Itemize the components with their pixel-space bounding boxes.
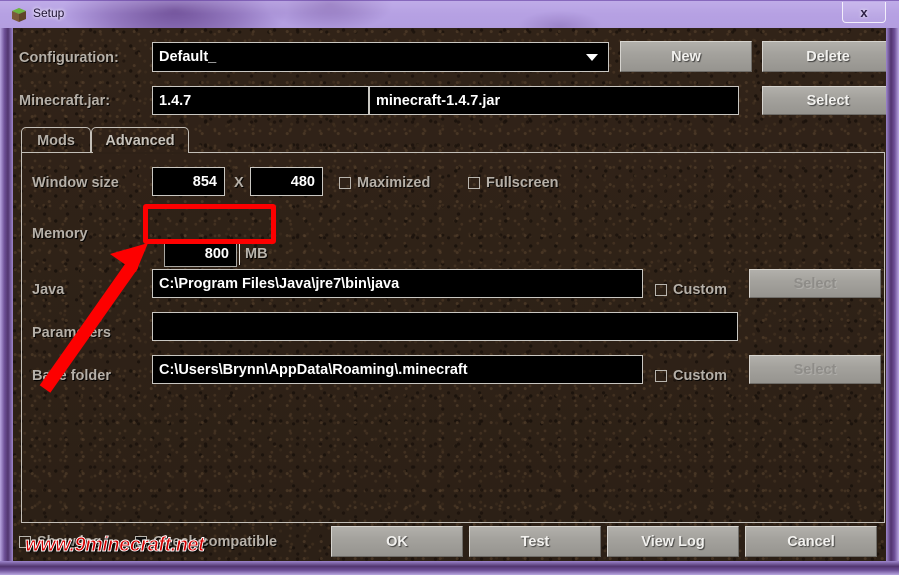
chevron-down-icon[interactable] — [586, 54, 598, 61]
new-button[interactable]: New — [620, 41, 752, 72]
checkbox-box-icon — [655, 370, 667, 382]
java-label: Java — [32, 282, 65, 298]
close-button[interactable]: x — [842, 2, 886, 23]
base-folder-label: Base folder — [32, 368, 111, 384]
checkbox-box-icon — [655, 284, 667, 296]
tab-mods[interactable]: Mods — [21, 127, 91, 153]
memory-input[interactable]: 800 — [164, 240, 237, 267]
configuration-label: Configuration: — [19, 50, 119, 66]
ok-button[interactable]: OK — [331, 526, 463, 557]
view-log-button[interactable]: View Log — [607, 526, 739, 557]
memory-value: 800 — [204, 245, 229, 262]
java-path-input[interactable]: C:\Program Files\Java\jre7\bin\java — [152, 269, 643, 298]
tab-advanced[interactable]: Advanced — [91, 127, 189, 153]
minecraft-jar-version-input[interactable]: 1.4.7 — [152, 86, 369, 115]
minecraft-jar-file-input[interactable]: minecraft-1.4.7.jar — [369, 86, 739, 115]
maximized-checkbox[interactable]: Maximized — [339, 175, 430, 191]
window-height-value: 480 — [290, 173, 315, 190]
java-select-button[interactable]: Select — [749, 269, 881, 298]
base-folder-input[interactable]: C:\Users\Brynn\AppData\Roaming\.minecraf… — [152, 355, 643, 384]
memory-unit-label: MB — [245, 246, 268, 262]
client-area: Configuration: Default_ New Delete Minec… — [13, 28, 886, 561]
window-border-bottom — [0, 561, 899, 575]
java-custom-label: Custom — [673, 282, 727, 298]
maximized-label: Maximized — [357, 175, 431, 191]
minecraft-jar-label: Minecraft.jar: — [19, 93, 111, 109]
window-title: Setup — [33, 6, 65, 20]
java-path-value: C:\Program Files\Java\jre7\bin\java — [159, 275, 400, 292]
configuration-combobox[interactable]: Default_ — [152, 42, 609, 72]
site-watermark: www.9minecraft.net — [25, 534, 206, 557]
window-width-input[interactable]: 854 — [152, 167, 225, 196]
window-border-left — [0, 28, 13, 575]
window-height-input[interactable]: 480 — [250, 167, 323, 196]
title-bar[interactable]: Setup x — [0, 0, 899, 28]
base-folder-custom-label: Custom — [673, 368, 727, 384]
minecraft-jar-version-value: 1.4.7 — [159, 92, 192, 109]
cancel-button[interactable]: Cancel — [745, 526, 877, 557]
window-size-separator: X — [234, 175, 244, 191]
setup-window: Setup x Configuration: Default_ New Dele… — [0, 0, 899, 575]
test-button[interactable]: Test — [469, 526, 601, 557]
parameters-label: Parameters — [32, 325, 111, 341]
checkbox-box-icon — [468, 177, 480, 189]
base-folder-select-button[interactable]: Select — [749, 355, 881, 384]
tab-panel-notch — [93, 152, 188, 154]
java-custom-checkbox[interactable]: Custom — [655, 282, 727, 298]
fullscreen-checkbox[interactable]: Fullscreen — [468, 175, 559, 191]
minecraft-jar-file-value: minecraft-1.4.7.jar — [376, 92, 501, 109]
checkbox-box-icon — [339, 177, 351, 189]
memory-text-caret — [239, 241, 240, 265]
memory-label: Memory — [32, 226, 88, 242]
base-folder-custom-checkbox[interactable]: Custom — [655, 368, 727, 384]
window-border-right — [886, 28, 899, 575]
parameters-input[interactable] — [152, 312, 738, 341]
base-folder-value: C:\Users\Brynn\AppData\Roaming\.minecraf… — [159, 361, 468, 378]
window-size-label: Window size — [32, 175, 119, 191]
window-width-value: 854 — [192, 173, 217, 190]
grass-block-icon — [12, 8, 26, 22]
fullscreen-label: Fullscreen — [486, 175, 559, 191]
configuration-value: Default_ — [159, 49, 217, 65]
minecraft-jar-select-button[interactable]: Select — [762, 86, 886, 115]
delete-button[interactable]: Delete — [762, 41, 886, 72]
